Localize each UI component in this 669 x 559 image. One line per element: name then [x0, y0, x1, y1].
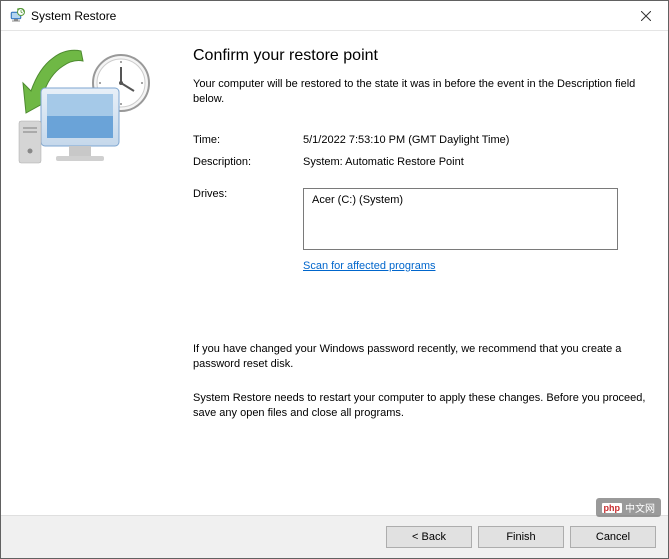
cancel-button[interactable]: Cancel [570, 526, 656, 548]
restore-illustration-icon [11, 43, 171, 183]
time-row: Time: 5/1/2022 7:53:10 PM (GMT Daylight … [193, 134, 648, 146]
restart-warning-text: System Restore needs to restart your com… [193, 391, 648, 422]
watermark: php 中文网 [596, 498, 662, 517]
back-button[interactable]: < Back [386, 526, 472, 548]
page-subtitle: Your computer will be restored to the st… [193, 77, 648, 108]
left-pane [1, 31, 181, 515]
content-area: Confirm your restore point Your computer… [1, 31, 668, 515]
description-row: Description: System: Automatic Restore P… [193, 156, 648, 168]
drives-list: Acer (C:) (System) [303, 188, 618, 250]
drive-item: Acer (C:) (System) [312, 194, 403, 206]
right-pane: Confirm your restore point Your computer… [181, 31, 668, 515]
description-label: Description: [193, 156, 303, 168]
scan-link-row: Scan for affected programs [303, 260, 648, 272]
drives-label: Drives: [193, 188, 303, 250]
titlebar: System Restore [1, 1, 668, 31]
time-value: 5/1/2022 7:53:10 PM (GMT Daylight Time) [303, 134, 509, 146]
system-restore-window: System Restore [0, 0, 669, 559]
system-restore-icon [9, 8, 25, 24]
password-warning-text: If you have changed your Windows passwor… [193, 342, 648, 373]
window-title: System Restore [31, 9, 116, 23]
close-button[interactable] [623, 1, 668, 30]
watermark-text: 中文网 [625, 500, 655, 515]
finish-button[interactable]: Finish [478, 526, 564, 548]
button-bar: < Back Finish Cancel [1, 515, 668, 558]
description-value: System: Automatic Restore Point [303, 156, 464, 168]
drives-row: Drives: Acer (C:) (System) [193, 188, 648, 250]
time-label: Time: [193, 134, 303, 146]
scan-affected-programs-link[interactable]: Scan for affected programs [303, 260, 435, 272]
page-title: Confirm your restore point [193, 47, 648, 65]
watermark-logo: php [602, 503, 623, 513]
